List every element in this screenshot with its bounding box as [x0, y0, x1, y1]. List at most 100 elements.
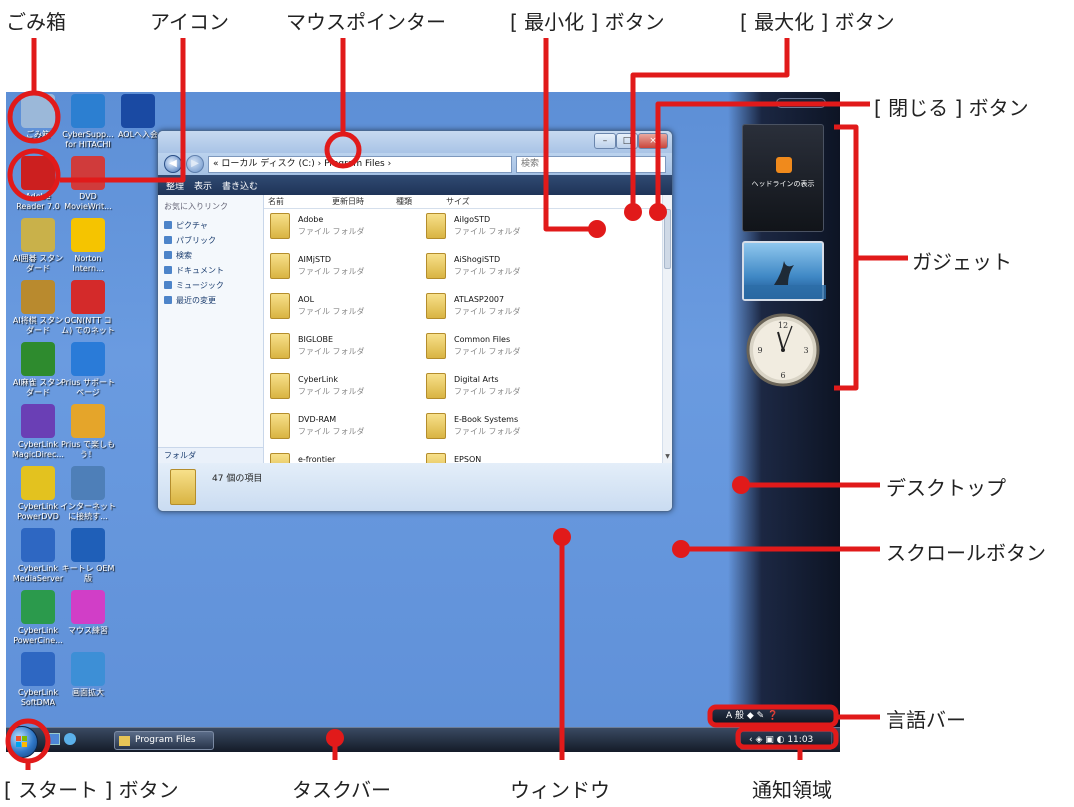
quick-launch-icon[interactable]	[48, 733, 60, 745]
ime-mode-icon[interactable]: A 般 ◆ ✎ ❓	[726, 711, 778, 721]
desktop-icon[interactable]: AI将棋 スタンダード	[10, 280, 66, 336]
explorer-window[interactable]: – □ × ◀ ▶ « ローカル ディスク (C:) › Program Fil…	[157, 130, 673, 512]
folder-item[interactable]: DVD-RAM ファイル フォルダ	[270, 411, 420, 445]
folder-item[interactable]: Adobe ファイル フォルダ	[270, 211, 420, 245]
column-size[interactable]: サイズ	[442, 195, 492, 208]
nav-link[interactable]: ミュージック	[164, 280, 257, 291]
taskbar[interactable]: Program Files ‹ ◈ ▣ ◐ 11:03	[6, 727, 840, 752]
views-button[interactable]: 表示	[194, 179, 212, 192]
desktop-icon[interactable]: OCN(NTT コム) でのネット	[60, 280, 116, 336]
tray-icons[interactable]: ‹ ◈ ▣ ◐	[741, 735, 787, 745]
desktop-icon[interactable]: CyberLink PowerDVD	[10, 466, 66, 522]
organize-button[interactable]: 整理	[166, 179, 184, 192]
folder-item[interactable]: AiIgoSTD ファイル フォルダ	[426, 211, 576, 245]
desktop-icon[interactable]: ごみ箱	[10, 94, 66, 140]
desktop-icon[interactable]: DVD MovieWrit...	[60, 156, 116, 212]
rss-gadget[interactable]: ヘッドラインの表示	[742, 124, 824, 232]
column-modified[interactable]: 更新日時	[328, 195, 392, 208]
desktop-icon[interactable]: Prius で楽しもう！	[60, 404, 116, 460]
desktop-icon[interactable]: マウス練習	[60, 590, 116, 636]
desktop-icon-label: Prius サポートページ	[61, 378, 115, 397]
folder-item[interactable]: AIMjSTD ファイル フォルダ	[270, 251, 420, 285]
nav-link[interactable]: ピクチャ	[164, 220, 257, 231]
folder-item[interactable]: Common Files ファイル フォルダ	[426, 331, 576, 365]
desktop-icon[interactable]: キートレ OEM版	[60, 528, 116, 584]
address-field[interactable]: « ローカル ディスク (C:) › Program Files ›	[208, 155, 512, 173]
desktop-icon-label: OCN(NTT コム) でのネット	[61, 316, 115, 335]
language-bar[interactable]: A 般 ◆ ✎ ❓	[712, 707, 836, 725]
nav-link[interactable]: 検索	[164, 250, 257, 261]
clock-text[interactable]: 11:03	[787, 735, 813, 745]
clock-gadget: 12 3 6 9	[742, 312, 824, 388]
back-arrow-icon[interactable]: ◀	[164, 155, 182, 173]
desktop-icon[interactable]: 画面拡大	[60, 652, 116, 698]
callout-minimize-button: [ 最小化 ] ボタン	[510, 10, 665, 34]
folder-item[interactable]: E-Book Systems ファイル フォルダ	[426, 411, 576, 445]
desktop-icon[interactable]: CyberLink MediaServer	[10, 528, 66, 584]
desktop-icon[interactable]: CyberSupp... for HITACHI	[60, 94, 116, 150]
folder-item[interactable]: ATLASP2007 ファイル フォルダ	[426, 291, 576, 325]
close-button[interactable]: ×	[638, 133, 668, 149]
folder-type: ファイル フォルダ	[454, 347, 521, 356]
nav-link[interactable]: 最近の変更	[164, 295, 257, 306]
folder-type: ファイル フォルダ	[298, 267, 365, 276]
scroll-down-button[interactable]: ▼	[663, 453, 672, 463]
desktop-icon-label: キートレ OEM版	[61, 564, 115, 583]
vertical-scrollbar[interactable]: ▼	[662, 195, 672, 463]
folder-icon	[270, 373, 290, 399]
recycle-bin-icon	[21, 94, 55, 128]
folder-type: ファイル フォルダ	[454, 387, 521, 396]
nav-link[interactable]: パブリック	[164, 235, 257, 246]
callout-mouse-pointer: マウスポインター	[286, 10, 446, 34]
desktop-icon[interactable]: インターネットに接続す...	[60, 466, 116, 522]
taskbar-program-files-button[interactable]: Program Files	[114, 731, 214, 750]
maximize-button[interactable]: □	[616, 133, 638, 149]
cybersupport-icon	[71, 94, 105, 128]
forward-arrow-icon[interactable]: ▶	[186, 155, 204, 173]
slideshow-gadget[interactable]	[742, 241, 826, 301]
sidebar-top-control[interactable]	[776, 98, 826, 108]
folder-name: DVD-RAM	[298, 415, 337, 424]
desktop-icon[interactable]: Adobe Reader 7.0	[10, 156, 66, 212]
minimize-button[interactable]: –	[594, 133, 616, 149]
magicdirector-icon	[21, 404, 55, 438]
nav-link[interactable]: ドキュメント	[164, 265, 257, 276]
folder-name: AiIgoSTD	[454, 215, 491, 224]
desktop-icon[interactable]: AI麻雀 スタンダード	[10, 342, 66, 398]
desktop-icon[interactable]: CyberLink PowerCine...	[10, 590, 66, 646]
callout-notification-area: 通知領域	[752, 778, 832, 802]
folder-name: BIGLOBE	[298, 335, 334, 344]
folder-name: Common Files	[454, 335, 511, 344]
notification-area[interactable]: ‹ ◈ ▣ ◐ 11:03	[740, 731, 832, 750]
window-titlebar[interactable]: – □ ×	[158, 131, 672, 153]
burn-button[interactable]: 書き込む	[222, 179, 258, 192]
desktop-icon-label: CyberSupp... for HITACHI	[62, 130, 114, 149]
desktop-icon[interactable]: Norton Intern...	[60, 218, 116, 274]
quick-launch-ie-icon[interactable]	[64, 733, 76, 745]
annotated-screenshot: ごみ箱 CyberSupp... for HITACHI AOLへ入会 Adobe R…	[0, 0, 1074, 807]
scrollbar-thumb[interactable]	[664, 209, 671, 269]
file-list: Adobe ファイル フォルダ AiIgoSTD ファイル フォルダ AIMjSTD ファ…	[270, 211, 658, 479]
callout-icon: アイコン	[150, 10, 229, 34]
desktop-icon-label: マウス練習	[68, 626, 108, 635]
folder-item[interactable]: AiShogiSTD ファイル フォルダ	[426, 251, 576, 285]
search-input[interactable]: 検索	[516, 155, 666, 173]
desktop-icon[interactable]: Prius サポートページ	[60, 342, 116, 398]
folders-toggle[interactable]: フォルダ	[158, 447, 263, 463]
folder-type: ファイル フォルダ	[454, 227, 521, 236]
desktop-icon[interactable]: AI囲碁 スタンダード	[10, 218, 66, 274]
folder-item[interactable]: BIGLOBE ファイル フォルダ	[270, 331, 420, 365]
rss-icon	[776, 157, 792, 173]
start-button[interactable]	[6, 726, 38, 758]
clock-icon: 12 3 6 9	[746, 313, 820, 387]
folder-item[interactable]: AOL ファイル フォルダ	[270, 291, 420, 325]
folder-icon	[270, 413, 290, 439]
desktop-icon[interactable]: CyberLink MagicDirec...	[10, 404, 66, 460]
folder-item[interactable]: Digital Arts ファイル フォルダ	[426, 371, 576, 405]
folder-item[interactable]: CyberLink ファイル フォルダ	[270, 371, 420, 405]
desktop-icon[interactable]: CyberLink SoftDMA	[10, 652, 66, 708]
folder-name: AiShogiSTD	[454, 255, 501, 264]
column-type[interactable]: 種類	[392, 195, 442, 208]
softdma-icon	[21, 652, 55, 686]
column-name[interactable]: 名前	[264, 195, 328, 208]
